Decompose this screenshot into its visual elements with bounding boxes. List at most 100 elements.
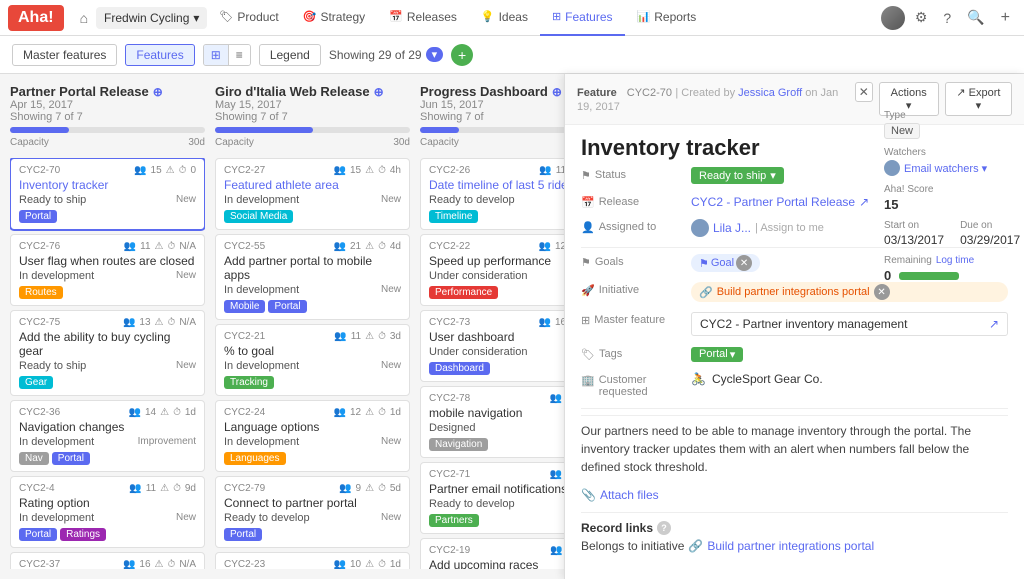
assigned-section-icon: 👤 <box>581 221 595 234</box>
attach-files-link[interactable]: 📎 Attach files <box>581 488 1008 502</box>
watchers-section: Watchers Email watchers ▾ <box>884 147 1014 176</box>
card-bottom: In development Improvement <box>19 436 196 448</box>
feature-card[interactable]: CYC2-70 👥 15 ⚠ ⏱ 0 Inventory tracker Rea… <box>10 158 205 230</box>
nav-item-reports[interactable]: 📊 Reports <box>625 0 709 36</box>
feature-card[interactable]: CYC2-27 👥 15 ⚠ ⏱ 4h Featured athlete are… <box>215 158 410 230</box>
list-view-button[interactable]: ≡ <box>229 45 250 65</box>
assigned-label: 👤 Assigned to <box>581 219 691 237</box>
card-score: 11 <box>351 331 361 342</box>
status-badge[interactable]: Ready to ship ▾ <box>691 167 784 184</box>
card-warn-icon: ⚠ <box>155 317 164 328</box>
col-add-icon[interactable]: ⊕ <box>374 85 384 99</box>
card-time-icon: ⏱ <box>168 317 176 328</box>
search-button[interactable]: 🔍 <box>961 5 990 30</box>
card-tag: Navigation <box>429 438 488 451</box>
email-watchers-link[interactable]: Email watchers ▾ <box>904 162 987 175</box>
feature-card[interactable]: CYC2-55 👥 21 ⚠ ⏱ 4d Add partner portal t… <box>215 234 410 320</box>
log-time-link[interactable]: Log time <box>936 255 974 266</box>
goal-tag[interactable]: ⚑ Goal ✕ <box>691 254 760 272</box>
add-feature-button[interactable]: + <box>451 44 473 66</box>
board-view-button[interactable]: ⊞ <box>204 45 229 65</box>
feature-card[interactable]: CYC2-37 👥 16 ⚠ ⏱ N/A Show friends nearby… <box>10 552 205 569</box>
portal-tag[interactable]: Portal ▾ <box>691 347 743 362</box>
card-meta: CYC2-37 👥 16 ⚠ ⏱ N/A <box>19 559 196 569</box>
col-add-icon[interactable]: ⊕ <box>153 85 163 99</box>
initiative-tag[interactable]: 🔗 Build partner integrations portal ✕ <box>691 282 1008 302</box>
card-title: Language options <box>224 420 401 434</box>
feature-card[interactable]: CYC2-79 👥 9 ⚠ ⏱ 5d Connect to partner po… <box>215 476 410 548</box>
card-tags: Social Media <box>224 210 401 223</box>
card-score: 16 <box>139 559 150 569</box>
card-time-icon: ⏱ <box>179 165 187 176</box>
card-meta-right: 👥 10 ⚠ ⏱ 1d <box>334 559 401 569</box>
remove-goal-button[interactable]: ✕ <box>736 255 752 271</box>
capacity-label: Capacity <box>215 137 254 148</box>
remove-initiative-button[interactable]: ✕ <box>874 284 890 300</box>
nav-item-strategy[interactable]: 🎯 Strategy <box>291 0 377 36</box>
feature-card[interactable]: CYC2-76 👥 11 ⚠ ⏱ N/A User flag when rout… <box>10 234 205 306</box>
master-feature-link-icon[interactable]: ↗ <box>989 317 999 331</box>
card-title: Featured athlete area <box>224 178 401 192</box>
status-section-icon: ⚑ <box>581 169 591 182</box>
card-tag: Tracking <box>224 376 274 389</box>
due-on-value[interactable]: 03/29/2017 <box>960 233 1020 247</box>
card-team-icon: 👥 <box>539 165 551 176</box>
card-team-icon: 👥 <box>134 165 146 176</box>
feature-card[interactable]: CYC2-36 👥 14 ⚠ ⏱ 1d Navigation changes I… <box>10 400 205 472</box>
feature-card[interactable]: CYC2-24 👥 12 ⚠ ⏱ 1d Language options In … <box>215 400 410 472</box>
card-meta-right: 👥 16 ⚠ ⏱ N/A <box>123 559 196 569</box>
nav-item-features[interactable]: ⊞ Features <box>540 0 625 36</box>
nav-item-ideas[interactable]: 💡 Ideas <box>469 0 540 36</box>
logo-button[interactable]: Aha! <box>8 5 64 31</box>
legend-button[interactable]: Legend <box>259 44 321 66</box>
card-type: New <box>381 360 401 372</box>
remaining-section: Remaining Log time 0 <box>884 255 1014 283</box>
customer-label: 🏢 Customer requested <box>581 372 691 398</box>
feature-card[interactable]: CYC2-23 👥 10 ⚠ ⏱ 1d Payments systems int… <box>215 552 410 569</box>
master-features-button[interactable]: Master features <box>12 44 117 66</box>
user-avatar[interactable] <box>881 6 905 30</box>
nav-item-product[interactable]: 🏷 Product <box>207 0 290 36</box>
start-on-value[interactable]: 03/13/2017 <box>884 233 944 247</box>
type-badge: New <box>884 123 920 139</box>
col-date: May 15, 2017 <box>215 99 410 111</box>
settings-button[interactable]: ⚙ <box>909 5 934 30</box>
card-meta-right: 👥 11 ⚠ ⏱ 3d <box>334 331 401 342</box>
col-progress-bar <box>10 127 205 133</box>
card-time: 5d <box>390 483 401 494</box>
card-tag: Nav <box>19 452 49 465</box>
assign-to-me[interactable]: | Assign to me <box>755 222 824 234</box>
card-meta: CYC2-27 👥 15 ⚠ ⏱ 4h <box>224 165 401 176</box>
col-add-icon[interactable]: ⊕ <box>552 85 562 99</box>
card-time: N/A <box>179 241 196 252</box>
tag-chevron: ▾ <box>730 348 736 361</box>
workspace-selector[interactable]: Fredwin Cycling ▾ <box>96 7 207 29</box>
add-button[interactable]: + <box>995 5 1016 31</box>
home-icon-button[interactable]: ⌂ <box>72 6 96 30</box>
card-time-icon: ⏱ <box>378 559 386 569</box>
card-meta: CYC2-75 👥 13 ⚠ ⏱ N/A <box>19 317 196 328</box>
assignee-name[interactable]: Lila J... <box>713 221 751 235</box>
col-progress-fill <box>10 127 69 133</box>
card-team-icon: 👥 <box>334 241 346 252</box>
detail-close-button[interactable]: ✕ <box>855 82 872 102</box>
feature-card[interactable]: CYC2-4 👥 11 ⚠ ⏱ 9d Rating option In deve… <box>10 476 205 548</box>
col-progress-fill <box>420 127 459 133</box>
customer-value: 🚴 CycleSport Gear Co. <box>691 372 1008 398</box>
feature-card[interactable]: CYC2-75 👥 13 ⚠ ⏱ N/A Add the ability to … <box>10 310 205 396</box>
card-warn-icon: ⚠ <box>365 241 374 252</box>
help-button[interactable]: ? <box>937 6 957 30</box>
score-section: Aha! Score 15 <box>884 184 1014 212</box>
record-link-value[interactable]: Build partner integrations portal <box>707 539 874 553</box>
tags-value: Portal ▾ <box>691 346 1008 362</box>
nav-item-features-label: Features <box>565 10 612 24</box>
kanban-column-col2: Giro d'Italia Web Release ⊕ May 15, 2017… <box>215 84 410 569</box>
card-status: Ready to develop <box>429 498 515 510</box>
card-meta-right: 👥 11 ⚠ ⏱ N/A <box>124 241 196 252</box>
card-id: CYC2-36 <box>19 407 60 418</box>
tags-section: 🏷 Tags Portal ▾ <box>581 346 1008 362</box>
features-button[interactable]: Features <box>125 44 194 66</box>
feature-card[interactable]: CYC2-21 👥 11 ⚠ ⏱ 3d % to goal In develop… <box>215 324 410 396</box>
card-tag: Languages <box>224 452 286 465</box>
nav-item-releases[interactable]: 📅 Releases <box>377 0 469 36</box>
